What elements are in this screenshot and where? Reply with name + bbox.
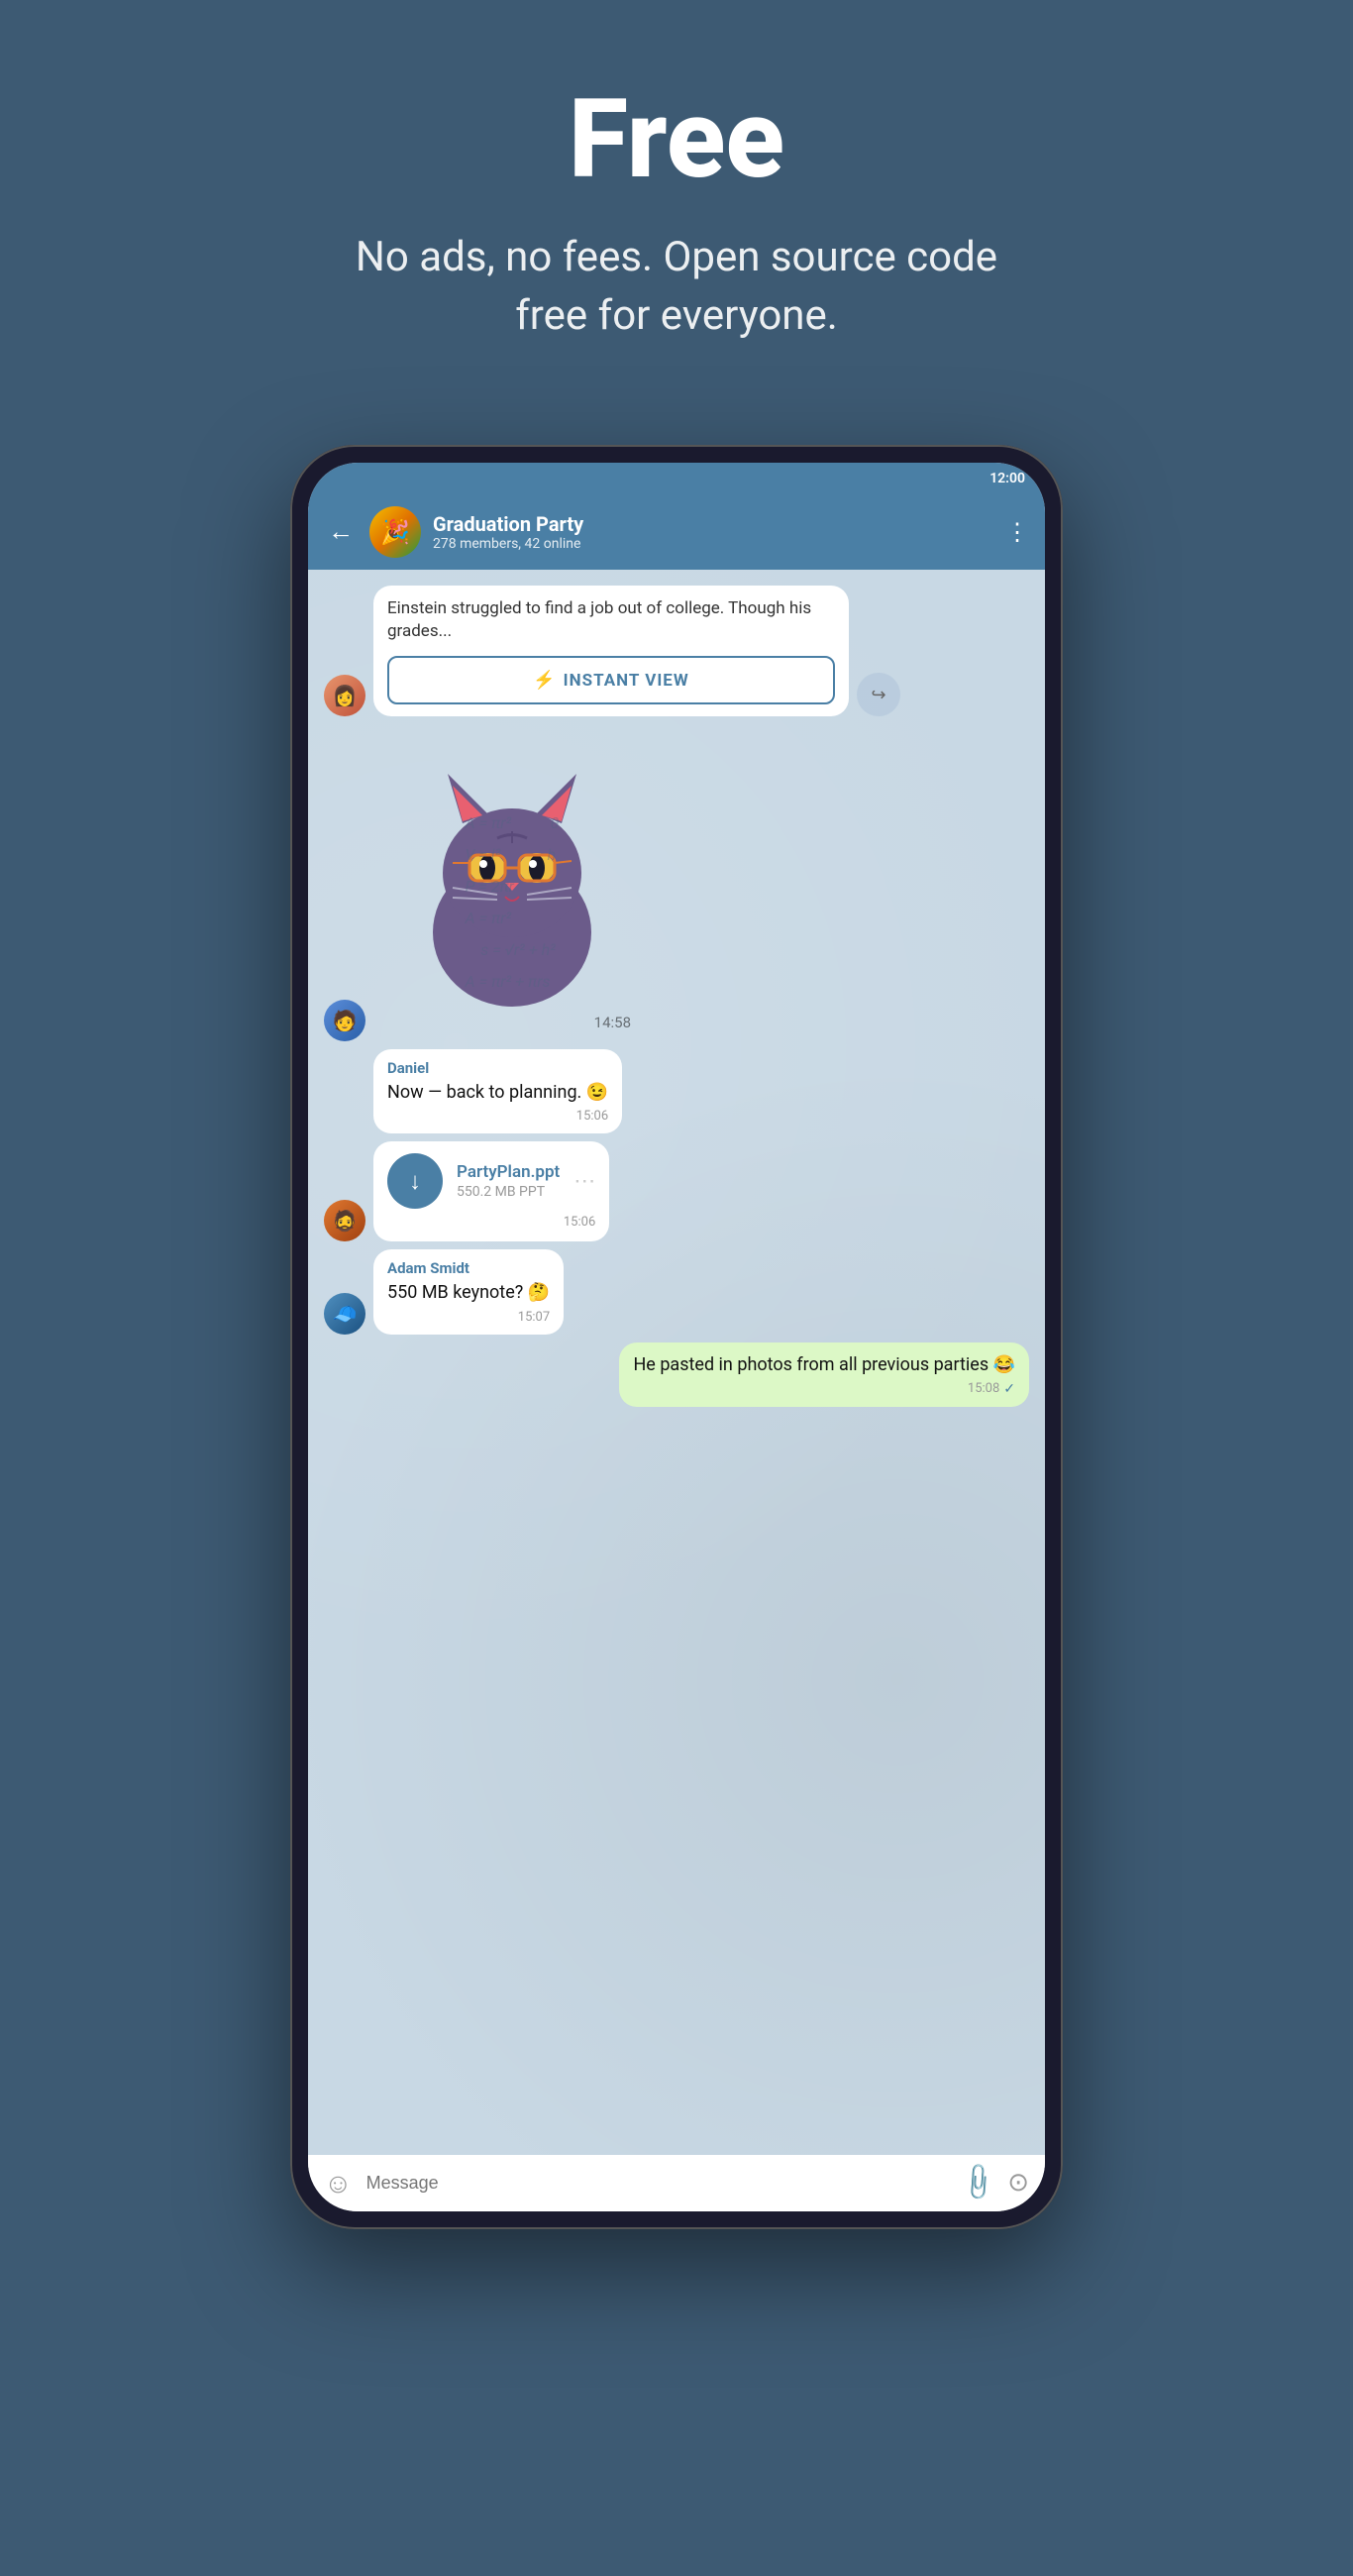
file-info: PartyPlan.ppt 550.2 MB PPT: [457, 1162, 560, 1200]
table-row: He pasted in photos from all previous pa…: [324, 1342, 1029, 1407]
file-row: ↓ PartyPlan.ppt 550.2 MB PPT ⋯: [387, 1153, 595, 1209]
message-input-bar: ☺ 📎 ⊙: [308, 2155, 1045, 2211]
attach-button[interactable]: 📎: [956, 2161, 999, 2204]
message-sender: Adam Smidt: [387, 1259, 550, 1277]
sent-message-text: He pasted in photos from all previous pa…: [633, 1352, 1015, 1377]
lightning-icon: ⚡: [533, 670, 555, 691]
page-subtitle: No ads, no fees. Open source code free f…: [330, 229, 1023, 346]
message-time: 15:06: [387, 1109, 608, 1124]
file-size: 550.2 MB PPT: [457, 1184, 560, 1200]
message-time: 15:07: [387, 1310, 550, 1325]
phone-outer: 12:00 ← 🎉 Graduation Party 278 members, …: [290, 445, 1063, 2229]
avatar: 👩: [324, 675, 365, 716]
page-title: Free: [330, 79, 1023, 199]
phone-inner: 12:00 ← 🎉 Graduation Party 278 members, …: [308, 463, 1045, 2211]
message-sender: Daniel: [387, 1059, 608, 1077]
chat-members: 278 members, 42 online: [433, 536, 993, 552]
sent-message-bubble: He pasted in photos from all previous pa…: [619, 1342, 1029, 1407]
more-button[interactable]: ⋮: [1005, 518, 1029, 546]
back-button[interactable]: ←: [324, 512, 358, 551]
file-menu-button[interactable]: ⋯: [573, 1169, 595, 1194]
sent-message-time: 15:08 ✓: [633, 1381, 1015, 1397]
table-row: 🧢 Adam Smidt 550 MB keynote? 🤔 15:07: [324, 1249, 1029, 1334]
forward-icon: ↪: [871, 685, 885, 705]
forward-button[interactable]: ↪: [857, 673, 900, 716]
message-bubble: Daniel Now — back to planning. 😉 15:06: [373, 1049, 622, 1133]
chat-header: ← 🎉 Graduation Party 278 members, 42 onl…: [308, 494, 1045, 570]
phone-mockup: 12:00 ← 🎉 Graduation Party 278 members, …: [290, 445, 1063, 2229]
table-row: 🧑 A = πr² θ V = l² h P = 2πr: [324, 724, 1029, 1041]
sticker-container: A = πr² θ V = l² h P = 2πr A = πr² s = √…: [373, 724, 651, 1041]
article-bubble: Einstein struggled to find a job out of …: [373, 586, 849, 717]
instant-view-label: INSTANT VIEW: [564, 671, 689, 691]
avatar: 🧔: [324, 1200, 365, 1241]
emoji-button[interactable]: ☺: [324, 2167, 353, 2200]
download-icon: ↓: [409, 1167, 421, 1196]
header-section: Free No ads, no fees. Open source code f…: [310, 0, 1043, 405]
message-text: 550 MB keynote? 🤔: [387, 1280, 550, 1305]
table-row: Daniel Now — back to planning. 😉 15:06: [324, 1049, 1029, 1133]
chat-info: Graduation Party 278 members, 42 online: [433, 512, 993, 552]
sticker-time: 14:58: [594, 1014, 631, 1031]
status-time: 12:00: [989, 471, 1025, 486]
message-bubble: Adam Smidt 550 MB keynote? 🤔 15:07: [373, 1249, 564, 1334]
table-row: 🧔 ↓ PartyPlan.ppt 550.2 MB PPT ⋯: [324, 1141, 1029, 1241]
download-button[interactable]: ↓: [387, 1153, 443, 1209]
message-input[interactable]: [366, 2173, 948, 2194]
article-text: Einstein struggled to find a job out of …: [387, 597, 835, 645]
instant-view-button[interactable]: ⚡ INSTANT VIEW: [387, 656, 835, 704]
file-bubble: ↓ PartyPlan.ppt 550.2 MB PPT ⋯ 15:06: [373, 1141, 609, 1241]
read-checkmark: ✓: [1003, 1381, 1015, 1397]
avatar: 🧑: [324, 1000, 365, 1041]
message-text: Now — back to planning. 😉: [387, 1080, 608, 1105]
avatar: 🧢: [324, 1293, 365, 1335]
table-row: 👩 Einstein struggled to find a job out o…: [324, 586, 1029, 717]
status-bar: 12:00: [308, 463, 1045, 494]
camera-button[interactable]: ⊙: [1007, 2168, 1029, 2198]
chat-name: Graduation Party: [433, 512, 993, 536]
chat-avatar: 🎉: [369, 506, 421, 558]
chat-area: 👩 Einstein struggled to find a job out o…: [308, 570, 1045, 2155]
file-name: PartyPlan.ppt: [457, 1162, 560, 1182]
file-time: 15:06: [387, 1215, 595, 1230]
